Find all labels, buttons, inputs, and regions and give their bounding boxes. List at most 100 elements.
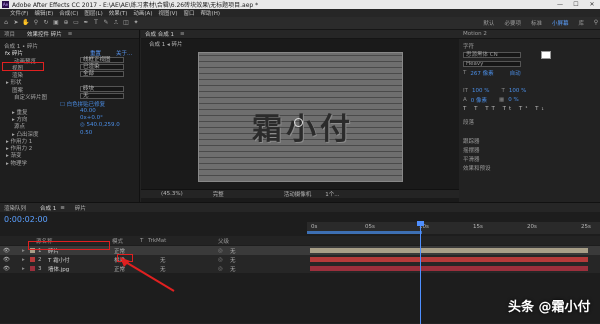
resolution-select[interactable]: 完整 — [213, 190, 224, 198]
horizontal-scale-value[interactable]: 100 % — [509, 88, 526, 94]
zoom-level[interactable]: (45.3%) — [161, 191, 183, 197]
vertical-scale-value[interactable]: 100 % — [472, 88, 489, 94]
eye-icon[interactable]: 👁 — [3, 248, 10, 254]
effect-prop-row[interactable]: ▸ 物理学 — [0, 159, 139, 167]
tab-fragments[interactable]: 碎片 — [75, 204, 86, 212]
baseline-value[interactable]: 0 像素 — [471, 96, 487, 104]
effect-prop-row[interactable]: 图案 砖块 — [0, 85, 139, 94]
menu-help[interactable]: 帮助(H) — [201, 9, 220, 17]
hand-tool-icon[interactable]: ✋ — [22, 19, 30, 27]
pickwhip-icon[interactable]: ◎ — [218, 257, 226, 263]
search-icon[interactable]: ⚲ — [592, 19, 600, 27]
playhead-handle-icon[interactable] — [417, 221, 424, 226]
effect-prop-select[interactable]: 已渲染 — [80, 63, 124, 70]
layer-duration-bar[interactable] — [310, 248, 588, 253]
motion2-tab[interactable]: Motion 2 — [463, 31, 487, 37]
fx-header-row[interactable]: fx 碎片 重置 关于... — [0, 49, 139, 57]
anchor-point-icon[interactable] — [294, 118, 303, 127]
effect-prop-row[interactable]: ▸ 凸出深度 0.50 — [0, 130, 139, 138]
effect-prop-value[interactable]: 0x+0.0° — [80, 115, 103, 121]
effect-prop-row[interactable]: 渲染 全部 — [0, 71, 139, 79]
maximize-button[interactable]: ☐ — [568, 0, 584, 9]
faux-style-buttons[interactable]: T T TT Tt T¹ T₁ — [463, 106, 547, 112]
close-button[interactable]: ✕ — [584, 0, 600, 9]
layer-duration-bar[interactable] — [310, 257, 588, 262]
rectangle-tool-icon[interactable]: ▭ — [72, 19, 80, 27]
viewer-menu-icon[interactable]: ≡ — [180, 31, 185, 37]
effect-prop-select[interactable]: 线框正视图 — [80, 56, 124, 63]
layer-name[interactable]: 墙体.jpg — [48, 265, 108, 273]
tab-project[interactable]: 项目 — [4, 30, 15, 38]
layer-duration-bar[interactable] — [310, 266, 588, 271]
label-color-swatch[interactable] — [30, 257, 35, 262]
text-tool-icon[interactable]: T — [92, 19, 100, 27]
menu-view[interactable]: 视图(V) — [158, 9, 177, 17]
menu-edit[interactable]: 编辑(E) — [34, 9, 53, 17]
brush-tool-icon[interactable]: ✎ — [102, 19, 110, 27]
views-select[interactable]: 1个... — [325, 190, 339, 198]
expand-icon[interactable]: ▸ — [22, 257, 28, 263]
effect-prop-select[interactable]: 无 — [80, 93, 124, 100]
pickwhip-icon[interactable]: ◎ — [218, 248, 226, 254]
layer-parent-select[interactable]: 无 — [230, 247, 290, 255]
workspace-standard[interactable]: 标准 — [531, 19, 542, 27]
smoother-section[interactable]: 平滑器 — [459, 154, 600, 163]
font-select[interactable]: 思源黑体 CN — [463, 51, 521, 58]
layer-parent-select[interactable]: 无 — [230, 256, 290, 264]
timeline-tab-menu-icon[interactable]: ≡ — [60, 205, 65, 211]
label-color-swatch[interactable] — [30, 266, 35, 271]
wiggler-section[interactable]: 摇摆器 — [459, 145, 600, 154]
effect-prop-row[interactable]: 自定义碎片图无 — [0, 93, 139, 101]
tab-comp-1[interactable]: 合成 1 — [40, 204, 56, 212]
tab-render-queue[interactable]: 渲染队列 — [4, 204, 26, 212]
effects-presets-section[interactable]: 效果和预设 — [459, 163, 600, 172]
stamp-tool-icon[interactable]: ⎍ — [112, 19, 120, 27]
work-area-bar[interactable] — [307, 231, 422, 234]
effect-prop-value[interactable]: 40.00 — [80, 108, 96, 114]
selection-tool-icon[interactable]: ➤ — [12, 19, 20, 27]
current-time[interactable]: 0:00:02:00 — [4, 215, 48, 224]
tab-composition[interactable]: 合成 合成 1 — [145, 30, 174, 38]
effect-prop-row[interactable]: ▸ 作用力 1 — [0, 137, 139, 145]
workspace-default[interactable]: 默认 — [483, 19, 494, 27]
time-ruler[interactable]: 0s 05s 10s 15s 20s 25s — [307, 222, 600, 234]
tracker-section[interactable]: 跟踪器 — [459, 136, 600, 145]
tsume-value[interactable]: 0 % — [508, 97, 518, 103]
eye-icon[interactable]: 👁 — [3, 257, 10, 263]
effect-prop-row[interactable]: ▸ 重复 40.00 — [0, 108, 139, 116]
menu-composition[interactable]: 合成(C) — [59, 9, 78, 17]
paragraph-section[interactable]: 段落 — [459, 117, 600, 126]
font-size-value[interactable]: 267 像素 — [470, 69, 493, 77]
layer-parent-select[interactable]: 无 — [230, 265, 290, 273]
tab-effect-controls[interactable]: 效果控件 碎片 — [27, 30, 62, 38]
effect-prop-select[interactable]: 砖块 — [80, 85, 124, 92]
zoom-tool-icon[interactable]: ⚲ — [32, 19, 40, 27]
leading-value[interactable]: 自动 — [510, 69, 521, 77]
menu-animation[interactable]: 动画(A) — [133, 9, 152, 17]
viewer-subtab[interactable]: 合成 1 ◂ 碎片 — [149, 40, 183, 48]
effect-prop-row[interactable]: ▸ 形状 — [0, 78, 139, 86]
minimize-button[interactable]: — — [552, 0, 568, 9]
pan-tool-icon[interactable]: ⊕ — [62, 19, 70, 27]
playhead[interactable] — [420, 222, 421, 324]
effect-prop-row[interactable]: ☐ 白色拼贴已修复 — [0, 100, 139, 108]
camera-select[interactable]: 活动摄像机 — [284, 190, 312, 198]
menu-effect[interactable]: 效果(T) — [109, 9, 128, 17]
panel-menu-icon[interactable]: ≡ — [68, 31, 73, 37]
character-section[interactable]: 字符 — [459, 41, 600, 50]
fill-color-swatch[interactable] — [541, 50, 551, 59]
eraser-tool-icon[interactable]: ◫ — [122, 19, 130, 27]
layer-name[interactable]: T 霜小付 — [48, 256, 108, 264]
home-icon[interactable]: ⌂ — [2, 19, 10, 27]
rotate-tool-icon[interactable]: ↻ — [42, 19, 50, 27]
effect-prop-value[interactable]: ◎ 540.0,259.0 — [80, 122, 120, 128]
effect-prop-select[interactable]: 全部 — [80, 71, 124, 78]
pickwhip-icon[interactable]: ◎ — [218, 266, 226, 272]
eye-icon[interactable]: 👁 — [3, 266, 10, 272]
camera-tool-icon[interactable]: ▣ — [52, 19, 60, 27]
effect-prop-row[interactable]: ▸ 渐变 — [0, 151, 139, 159]
workspace-library[interactable]: 库 — [578, 19, 584, 27]
font-style-select[interactable]: Heavy — [463, 60, 521, 67]
effect-prop-row[interactable]: ▸ 方向 0x+0.0° — [0, 115, 139, 123]
puppet-tool-icon[interactable]: ✦ — [132, 19, 140, 27]
